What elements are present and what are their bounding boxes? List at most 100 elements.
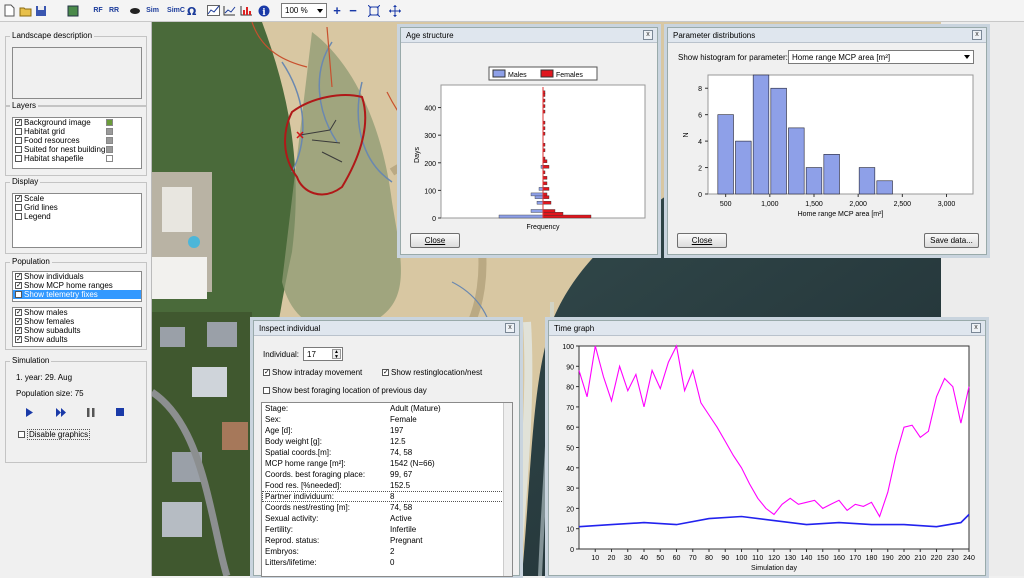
table-row[interactable]: Sexual activity: Active: [262, 513, 512, 524]
stop-icon[interactable]: [116, 408, 124, 419]
zoom-select[interactable]: 100 %: [281, 3, 327, 18]
checkbox-icon[interactable]: [263, 387, 270, 394]
population-item[interactable]: Show telemetry fixes: [13, 290, 141, 299]
display-item[interactable]: Legend: [13, 212, 141, 221]
checkbox-icon[interactable]: ✓: [15, 273, 22, 280]
inspect-option-checkbox[interactable]: Show best foraging location of previous …: [263, 386, 427, 395]
disable-graphics-checkbox[interactable]: Disable graphics: [18, 429, 91, 440]
population-item[interactable]: ✓ Show females: [13, 317, 141, 326]
layers-icon[interactable]: [66, 3, 80, 18]
population-item[interactable]: ✓ Show subadults: [13, 326, 141, 335]
fit-extent-icon[interactable]: [367, 3, 381, 18]
layers-list[interactable]: ✓ Background image Habitat grid Food resour…: [12, 117, 142, 169]
checkbox-icon[interactable]: [15, 128, 22, 135]
parameter-select[interactable]: Home range MCP area [m²]: [788, 50, 974, 64]
table-row[interactable]: Stage: Adult (Mature): [262, 403, 512, 414]
landscape-description-box[interactable]: [12, 47, 142, 99]
info-icon[interactable]: i: [257, 3, 271, 18]
population-item[interactable]: ✓ Show MCP home ranges: [13, 281, 141, 290]
inspect-option-checkbox[interactable]: ✓ Show intraday movement: [263, 368, 362, 377]
histogram-xtick-label: 500: [720, 201, 732, 208]
population-list-1[interactable]: ✓ Show individuals ✓ Show MCP home ranges Sh…: [12, 271, 142, 302]
animal-icon[interactable]: [128, 3, 142, 18]
line-chart-icon[interactable]: [222, 3, 236, 18]
checkbox-icon[interactable]: [15, 146, 22, 153]
checkbox-icon[interactable]: [15, 204, 22, 211]
pan-hand-icon[interactable]: [388, 3, 402, 18]
checkbox-icon[interactable]: ✓: [15, 309, 22, 316]
new-file-icon[interactable]: [3, 3, 16, 18]
play-icon[interactable]: [26, 408, 34, 419]
save-icon[interactable]: [34, 3, 48, 18]
param-close-button[interactable]: Close: [677, 233, 727, 248]
close-icon[interactable]: x: [643, 30, 653, 40]
checkbox-icon[interactable]: ✓: [15, 195, 22, 202]
landscape-chart-icon[interactable]: [206, 3, 220, 18]
checkbox-icon[interactable]: [15, 137, 22, 144]
checkbox-icon[interactable]: [15, 213, 22, 220]
table-row[interactable]: Sex: Female: [262, 414, 512, 425]
property-name: Litters/lifetime:: [265, 558, 317, 567]
checkbox-icon[interactable]: ✓: [15, 119, 22, 126]
display-list[interactable]: ✓ Scale Grid lines Legend: [12, 193, 142, 248]
table-row[interactable]: Partner individuum: 8: [262, 491, 512, 502]
table-scrollbar[interactable]: [503, 403, 512, 576]
population-item[interactable]: ✓ Show individuals: [13, 272, 141, 281]
table-row[interactable]: Reprod. status: Pregnant: [262, 535, 512, 546]
omega-icon[interactable]: Ω: [186, 3, 198, 18]
pause-icon[interactable]: [87, 408, 95, 419]
table-row[interactable]: Age [d]: 197: [262, 425, 512, 436]
checkbox-icon[interactable]: [15, 155, 22, 162]
age-close-button[interactable]: Close: [410, 233, 460, 248]
population-item[interactable]: ✓ Show adults: [13, 335, 141, 344]
sim-button[interactable]: Sim: [145, 3, 160, 18]
display-item[interactable]: Grid lines: [13, 203, 141, 212]
close-icon[interactable]: x: [505, 323, 515, 333]
individual-stepper[interactable]: 17 ▲ ▼: [303, 347, 343, 361]
table-row[interactable]: Body weight [g]: 12.5: [262, 436, 512, 447]
checkbox-icon[interactable]: [15, 291, 22, 298]
table-row[interactable]: Fertility: Infertile: [262, 524, 512, 535]
table-row[interactable]: Litters/lifetime: 0: [262, 557, 512, 568]
individual-properties-table[interactable]: Stage: Adult (Mature) Sex: Female Age [d]: 19…: [261, 402, 513, 577]
checkbox-icon[interactable]: ✓: [15, 327, 22, 334]
layer-item[interactable]: Habitat grid: [13, 127, 141, 136]
spin-arrows-icon[interactable]: ▲ ▼: [332, 349, 341, 360]
layer-item[interactable]: ✓ Background image: [13, 118, 141, 127]
female-age-bar: [542, 209, 556, 213]
histogram-icon[interactable]: [239, 3, 253, 18]
checkbox-icon[interactable]: ✓: [382, 369, 389, 376]
female-age-bar: [542, 165, 550, 169]
table-row[interactable]: Spatial coords.[m]: 74, 58: [262, 447, 512, 458]
display-item[interactable]: ✓ Scale: [13, 194, 141, 203]
simc-button[interactable]: SimC: [167, 3, 185, 18]
table-row[interactable]: Coords nest/resting [m]: 74, 58: [262, 502, 512, 513]
layer-item[interactable]: Food resources: [13, 136, 141, 145]
layer-item[interactable]: Habitat shapefile: [13, 154, 141, 163]
open-folder-icon[interactable]: [18, 3, 33, 18]
checkbox-icon[interactable]: ✓: [15, 282, 22, 289]
layer-item[interactable]: Suited for nest building: [13, 145, 141, 154]
inspect-option-checkbox[interactable]: ✓ Show restinglocation/nest: [382, 368, 482, 377]
checkbox-box[interactable]: [18, 431, 25, 438]
female-age-bar: [542, 192, 548, 197]
fast-forward-icon[interactable]: [56, 408, 67, 419]
rr-button[interactable]: RR: [108, 3, 120, 18]
save-data-button[interactable]: Save data...: [924, 233, 979, 248]
rf-button[interactable]: RF: [92, 3, 104, 18]
time-ytick-label: 80: [566, 385, 574, 392]
zoom-out-icon[interactable]: −: [347, 3, 359, 18]
table-row[interactable]: Food res. [%needed]: 152.5: [262, 480, 512, 491]
zoom-in-icon[interactable]: +: [331, 3, 343, 18]
time-xtick-label: 20: [608, 555, 616, 562]
table-row[interactable]: Embryos: 2: [262, 546, 512, 557]
population-item[interactable]: ✓ Show males: [13, 308, 141, 317]
checkbox-icon[interactable]: ✓: [15, 318, 22, 325]
close-icon[interactable]: x: [972, 30, 982, 40]
table-row[interactable]: Coords. best foraging place: 99, 67: [262, 469, 512, 480]
table-row[interactable]: MCP home range [m²]: 1542 (N=66): [262, 458, 512, 469]
close-icon[interactable]: x: [971, 323, 981, 333]
checkbox-icon[interactable]: ✓: [15, 336, 22, 343]
population-list-2[interactable]: ✓ Show males ✓ Show females ✓ Show subadults ✓…: [12, 307, 142, 347]
checkbox-icon[interactable]: ✓: [263, 369, 270, 376]
